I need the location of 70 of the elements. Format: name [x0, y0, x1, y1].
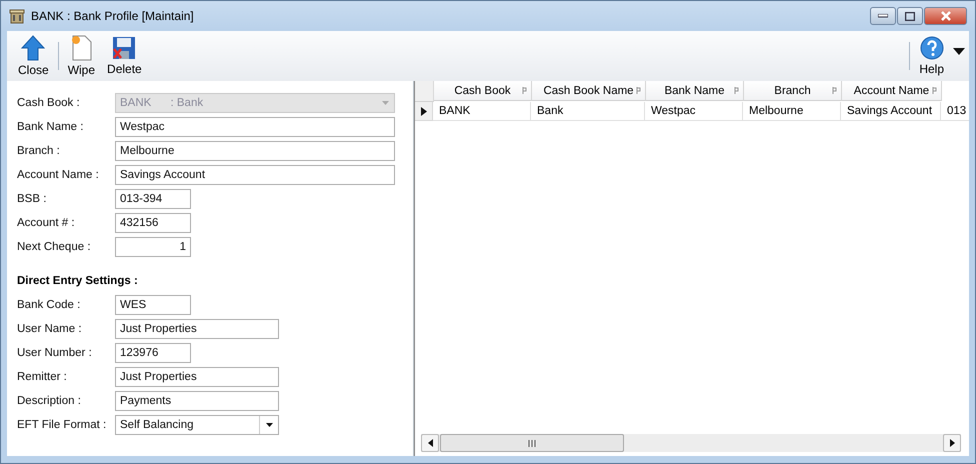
wipe-button[interactable]: Wipe — [64, 33, 98, 79]
section-heading: Direct Entry Settings : — [17, 274, 139, 289]
pin-icon[interactable] — [522, 87, 527, 94]
pin-icon[interactable] — [932, 87, 937, 94]
dropdown-arrow-icon — [266, 423, 272, 427]
delete-button[interactable]: Delete — [104, 34, 145, 78]
right-arrow-icon — [950, 439, 954, 447]
minimize-button[interactable] — [870, 7, 896, 25]
row-pointer-icon — [420, 106, 426, 116]
table-cell: Savings Account — [841, 102, 941, 121]
grid-corner-header — [415, 81, 434, 102]
input-field[interactable]: Melbourne — [115, 141, 395, 161]
table-cell: Westpac — [645, 102, 743, 121]
input-field[interactable]: WES — [115, 295, 191, 315]
input-field[interactable]: 1 — [115, 237, 191, 257]
input-field[interactable]: Just Properties — [115, 319, 279, 339]
input-field[interactable]: Payments — [115, 391, 279, 411]
minimize-icon — [878, 14, 888, 18]
column-header[interactable]: Account Name — [842, 81, 942, 101]
maximize-button[interactable] — [897, 7, 923, 25]
field-label: Account Name : — [17, 169, 100, 181]
pin-icon[interactable] — [832, 87, 837, 94]
dropdown-arrow-icon — [382, 101, 388, 105]
new-page-icon — [70, 35, 92, 61]
field-label: Bank Name : — [17, 121, 84, 133]
column-header[interactable]: Branch — [744, 81, 842, 101]
field-label: Remitter : — [17, 371, 68, 383]
input-field[interactable]: 013-394 — [115, 189, 191, 209]
column-header[interactable]: Cash Book Name — [532, 81, 646, 101]
dropdown-arrow-icon[interactable] — [953, 48, 965, 54]
help-button[interactable]: Help — [916, 34, 947, 78]
input-field[interactable]: Westpac — [115, 117, 395, 137]
grip-icon — [528, 440, 536, 446]
row-header[interactable] — [415, 102, 433, 121]
column-header[interactable]: Cash Book — [434, 81, 532, 101]
field-label: Description : — [17, 395, 82, 407]
building-icon — [9, 8, 25, 24]
input-field[interactable]: Savings Account — [115, 165, 395, 185]
table-cell: Bank — [531, 102, 645, 121]
table-cell: 013 — [941, 102, 969, 121]
scrollbar-thumb[interactable] — [440, 434, 624, 452]
scroll-left-button[interactable] — [421, 434, 439, 452]
column-header[interactable]: Bank Name — [646, 81, 744, 101]
field-label: Bank Code : — [17, 299, 82, 311]
up-arrow-icon — [21, 35, 46, 61]
table-cell: BANK — [433, 102, 531, 121]
help-icon — [920, 36, 944, 60]
table-cell: Melbourne — [743, 102, 841, 121]
input-field[interactable]: 432156 — [115, 213, 191, 233]
close-icon — [940, 11, 952, 21]
input-field[interactable]: 123976 — [115, 343, 191, 363]
close-button[interactable]: Close — [15, 33, 52, 79]
field-label: Branch : — [17, 145, 61, 157]
maximize-icon — [905, 12, 915, 20]
field-label: EFT File Format : — [17, 419, 108, 431]
pin-icon[interactable] — [734, 87, 739, 94]
field-label: Cash Book : — [17, 97, 81, 109]
input-field[interactable]: Just Properties — [115, 367, 279, 387]
field-label: Next Cheque : — [17, 241, 92, 253]
field-label: BSB : — [17, 193, 48, 205]
left-arrow-icon — [428, 439, 432, 447]
close-button[interactable] — [924, 7, 967, 25]
pin-icon[interactable] — [636, 87, 641, 94]
horizontal-scrollbar[interactable] — [421, 434, 961, 452]
scroll-right-button[interactable] — [943, 434, 961, 452]
dropdown-field[interactable]: Self Balancing — [115, 415, 279, 435]
field-label: Account # : — [17, 217, 76, 229]
field-label: User Number : — [17, 347, 93, 359]
field-label: User Name : — [17, 323, 83, 335]
window-title: BANK : Bank Profile [Maintain] — [31, 9, 194, 23]
